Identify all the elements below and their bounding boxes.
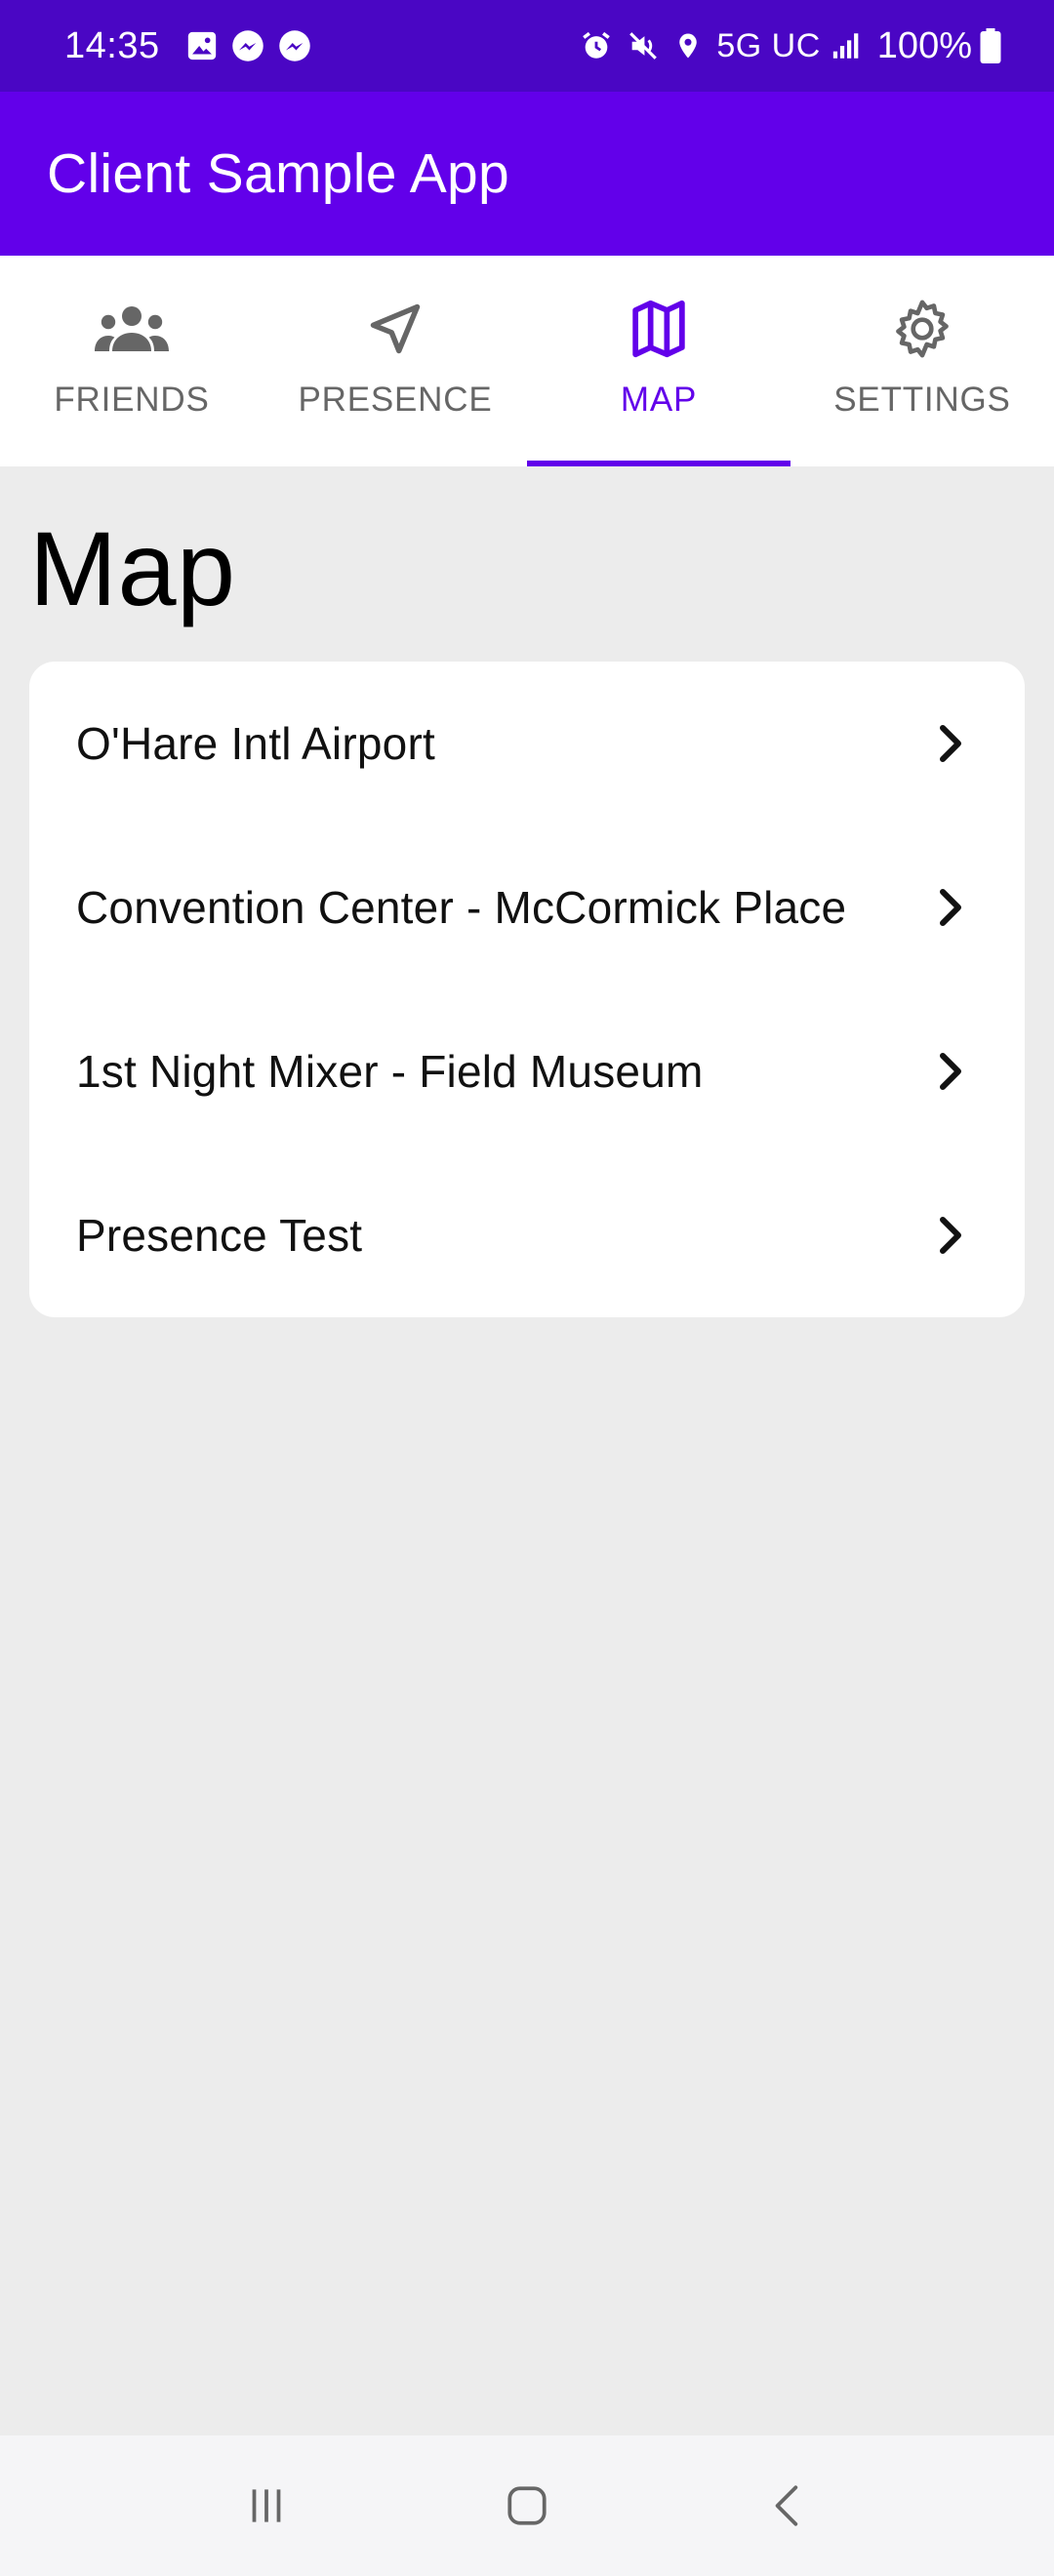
list-item-label: O'Hare Intl Airport xyxy=(76,718,435,769)
status-right: 5G UC 100% xyxy=(580,25,1015,67)
chevron-right-icon xyxy=(937,1052,966,1091)
people-icon xyxy=(95,295,169,363)
messenger-icon xyxy=(230,28,265,63)
location-icon xyxy=(673,29,703,62)
chevron-right-icon xyxy=(937,1216,966,1255)
app-title: Client Sample App xyxy=(47,142,510,205)
chevron-right-icon xyxy=(937,724,966,763)
network-type: 5G UC xyxy=(716,26,821,64)
tab-presence[interactable]: PRESENCE xyxy=(264,256,527,466)
signal-icon xyxy=(831,29,864,62)
home-icon xyxy=(507,2486,547,2525)
tab-settings[interactable]: SETTINGS xyxy=(790,256,1054,466)
status-bar: 14:35 5G UC 100% xyxy=(0,0,1054,92)
tab-friends[interactable]: FRIENDS xyxy=(0,256,264,466)
map-icon xyxy=(630,295,687,363)
home-button[interactable] xyxy=(488,2467,566,2545)
list-item[interactable]: O'Hare Intl Airport xyxy=(29,662,1025,825)
system-nav-bar xyxy=(0,2435,1054,2576)
back-icon xyxy=(775,2485,797,2526)
mute-icon xyxy=(627,29,660,62)
messenger-icon xyxy=(277,28,312,63)
back-button[interactable] xyxy=(749,2467,827,2545)
list-item-label: 1st Night Mixer - Field Museum xyxy=(76,1046,704,1097)
status-left: 14:35 xyxy=(64,25,324,67)
list-item-label: Presence Test xyxy=(76,1210,363,1261)
tab-label-friends: FRIENDS xyxy=(54,381,210,419)
recent-apps-icon xyxy=(252,2489,281,2522)
tab-label-map: MAP xyxy=(620,381,698,419)
battery-icon xyxy=(980,28,1001,63)
location-list: O'Hare Intl Airport Convention Center - … xyxy=(29,662,1025,1317)
app-bar: Client Sample App xyxy=(0,92,1054,256)
list-item[interactable]: Convention Center - McCormick Place xyxy=(29,825,1025,989)
gear-icon xyxy=(892,295,953,363)
battery-level: 100% xyxy=(876,24,972,66)
navigation-arrow-icon xyxy=(366,295,425,363)
phone-screen: 14:35 5G UC 100% Client Sample App FRIEN… xyxy=(0,0,1054,2576)
tab-label-presence: PRESENCE xyxy=(298,381,493,419)
status-time: 14:35 xyxy=(64,24,160,66)
tab-label-settings: SETTINGS xyxy=(833,381,1011,419)
gallery-icon xyxy=(185,29,219,62)
list-item[interactable]: 1st Night Mixer - Field Museum xyxy=(29,989,1025,1153)
tab-active-indicator xyxy=(527,461,790,466)
tab-bar: FRIENDS PRESENCE MAP SETTINGS xyxy=(0,256,1054,466)
page-title: Map xyxy=(29,509,236,627)
chevron-right-icon xyxy=(937,888,966,927)
tab-map[interactable]: MAP xyxy=(527,256,790,466)
list-item[interactable]: Presence Test xyxy=(29,1153,1025,1317)
list-item-label: Convention Center - McCormick Place xyxy=(76,882,847,933)
alarm-icon xyxy=(580,29,613,62)
recent-apps-button[interactable] xyxy=(227,2467,305,2545)
